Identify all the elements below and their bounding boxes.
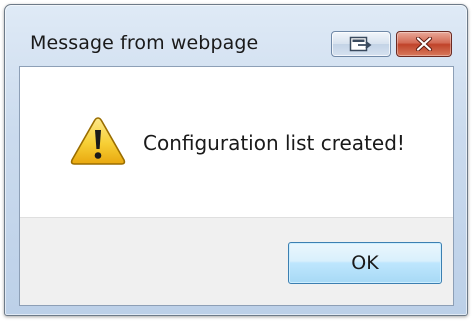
restore-icon xyxy=(349,36,372,52)
message-dialog-window: Message from webpage Configuration list … xyxy=(4,4,468,316)
dialog-message: Configuration list created! xyxy=(143,131,405,155)
warning-icon xyxy=(70,117,126,165)
close-icon xyxy=(416,37,432,51)
window-title: Message from webpage xyxy=(30,32,259,54)
dialog-body: Configuration list created! OK xyxy=(19,66,454,306)
dialog-button-bar: OK xyxy=(20,217,453,305)
restore-button[interactable] xyxy=(331,31,391,57)
close-button[interactable] xyxy=(396,31,452,57)
ok-button[interactable]: OK xyxy=(288,242,442,284)
